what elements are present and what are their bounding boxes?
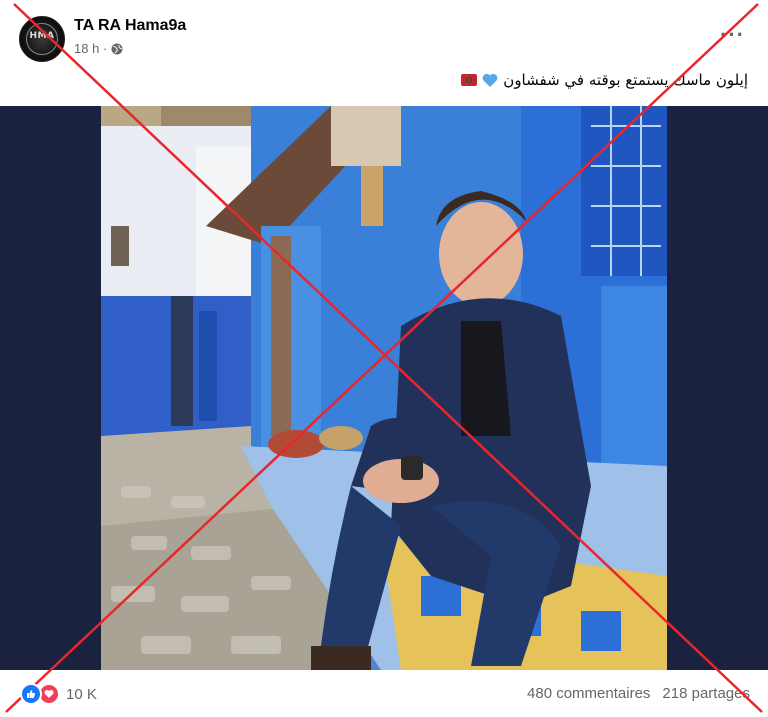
morocco-flag-icon bbox=[461, 74, 478, 86]
comments-count[interactable]: 480 commentaires bbox=[527, 685, 650, 702]
globe-icon bbox=[111, 43, 123, 54]
post-stats: 480 commentaires 218 partages bbox=[527, 685, 750, 702]
post-footer: 10 K 480 commentaires 218 partages bbox=[0, 670, 768, 717]
author-name[interactable]: TA RA Hama9a bbox=[74, 17, 186, 35]
blue-heart-icon bbox=[482, 73, 498, 87]
post-meta: 18 h · bbox=[74, 41, 123, 56]
avatar-logo-text: HMA bbox=[29, 31, 55, 41]
avatar[interactable]: HMA bbox=[19, 16, 65, 62]
reactions-summary[interactable]: 10 K bbox=[20, 683, 97, 705]
post-media[interactable] bbox=[0, 106, 768, 670]
caption-text: إيلون ماسك يستمتع بوقته في شفشاون bbox=[503, 71, 748, 89]
post-header: HMA TA RA Hama9a 18 h · ··· إيلون ماسك ي… bbox=[0, 0, 768, 106]
post-caption: إيلون ماسك يستمتع بوقته في شفشاون bbox=[461, 71, 748, 89]
shares-count[interactable]: 218 partages bbox=[662, 685, 750, 702]
like-reaction-icon bbox=[20, 683, 42, 705]
post-time[interactable]: 18 h · bbox=[74, 41, 107, 56]
chefchaouen-scene bbox=[101, 106, 667, 670]
reaction-count[interactable]: 10 K bbox=[66, 686, 97, 703]
more-options-icon[interactable]: ··· bbox=[720, 22, 745, 48]
post-photo[interactable] bbox=[101, 106, 667, 670]
